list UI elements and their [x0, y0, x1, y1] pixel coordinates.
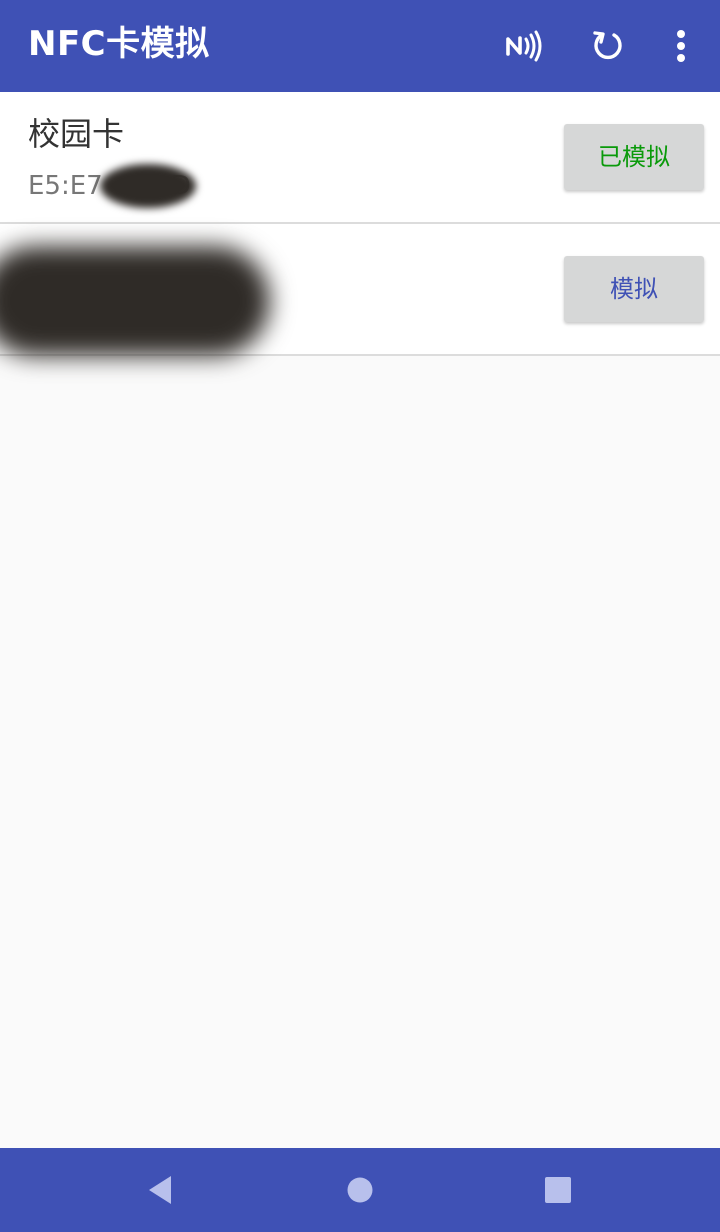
nfc-button[interactable] [496, 18, 552, 74]
card-row-redacted[interactable]: 模拟 [0, 224, 720, 356]
refresh-icon [593, 31, 622, 60]
redaction-mark [100, 164, 196, 208]
nav-back-button[interactable] [128, 1166, 192, 1214]
card-name: 校园卡 [28, 115, 125, 153]
emulate-button[interactable]: 模拟 [564, 256, 704, 322]
emulated-button[interactable]: 已模拟 [564, 124, 704, 190]
back-icon [149, 1176, 171, 1204]
overflow-menu-button[interactable] [653, 18, 709, 74]
card-list: 校园卡 E5:E7D 已模拟 模拟 [0, 92, 720, 356]
card-row-campus[interactable]: 校园卡 E5:E7D 已模拟 [0, 92, 720, 224]
more-vert-icon [677, 30, 685, 62]
app-title: NFC卡模拟 [28, 24, 210, 64]
nav-home-button[interactable] [328, 1166, 392, 1214]
refresh-button[interactable] [580, 18, 636, 74]
home-icon [347, 1177, 373, 1203]
recents-icon [545, 1177, 571, 1203]
app-screen: NFC卡模拟 校园卡 E5:E7 已模拟 模拟 [0, 0, 720, 1232]
nfc-icon [506, 30, 542, 62]
app-bar: NFC卡模拟 [0, 0, 720, 92]
system-navigation-bar [0, 1148, 720, 1232]
redaction-mark [0, 246, 270, 356]
card-uid-prefix: E5:E7 [28, 171, 103, 201]
nav-recents-button[interactable] [526, 1166, 590, 1214]
